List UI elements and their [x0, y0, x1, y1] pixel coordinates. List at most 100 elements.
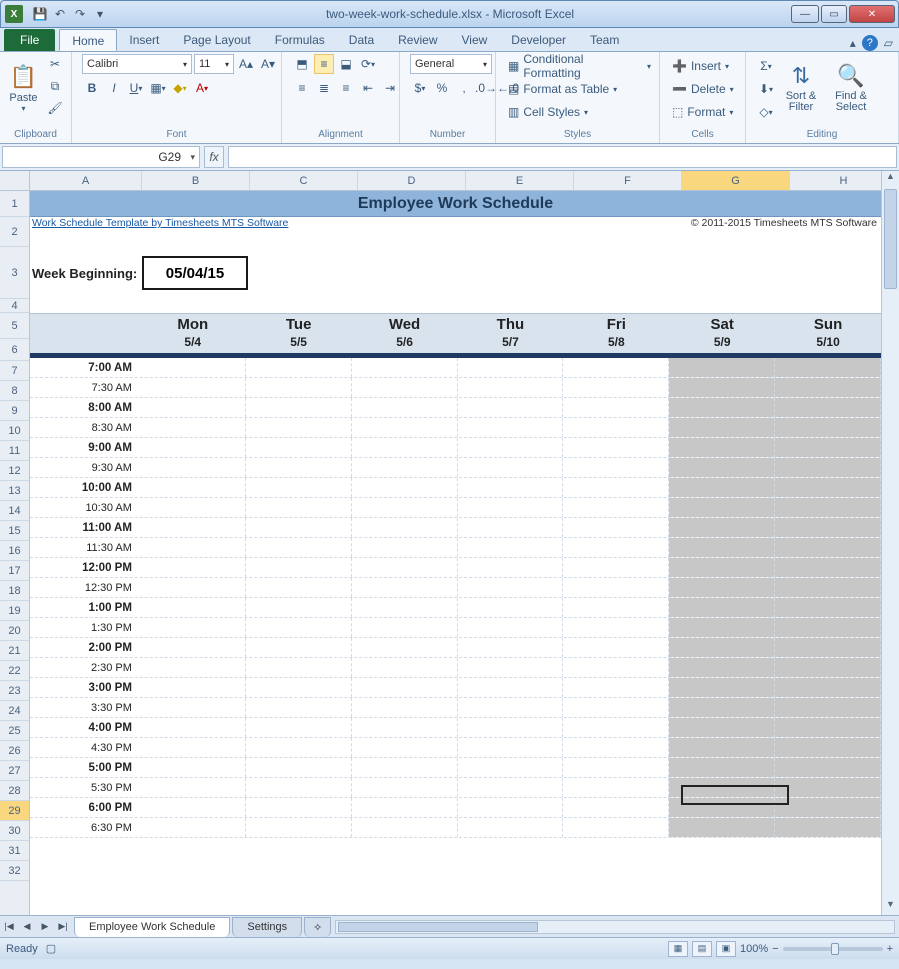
horizontal-scrollbar[interactable] — [335, 920, 895, 934]
currency-icon[interactable]: $▾ — [410, 78, 430, 98]
schedule-cell[interactable] — [458, 818, 564, 837]
schedule-cell[interactable] — [775, 638, 881, 657]
format-as-table-button[interactable]: ▤Format as Table▾ — [506, 79, 653, 99]
orientation-icon[interactable]: ⟳▾ — [358, 54, 378, 74]
tab-nav-next-icon[interactable]: ▶ — [36, 918, 54, 936]
schedule-cell[interactable] — [669, 658, 775, 677]
align-middle-icon[interactable]: ≡ — [314, 54, 334, 74]
schedule-cell[interactable] — [775, 538, 881, 557]
schedule-cell[interactable] — [458, 798, 564, 817]
schedule-cell[interactable] — [352, 638, 458, 657]
tab-team[interactable]: Team — [578, 29, 631, 51]
schedule-cell[interactable] — [458, 778, 564, 797]
formula-input[interactable] — [228, 146, 897, 168]
schedule-cell[interactable] — [140, 798, 246, 817]
zoom-in-button[interactable]: + — [887, 943, 893, 955]
minimize-ribbon-icon[interactable]: ▴ — [850, 36, 856, 50]
schedule-cell[interactable] — [775, 438, 881, 457]
column-header[interactable]: E — [466, 171, 574, 190]
schedule-cell[interactable] — [669, 818, 775, 837]
row-header[interactable]: 11 — [0, 441, 29, 461]
increase-indent-icon[interactable]: ⇥ — [380, 78, 400, 98]
conditional-formatting-button[interactable]: ▦Conditional Formatting▾ — [506, 56, 653, 76]
schedule-cell[interactable] — [775, 418, 881, 437]
grid[interactable]: Employee Work Schedule Work Schedule Tem… — [30, 191, 881, 915]
schedule-cell[interactable] — [140, 678, 246, 697]
schedule-cell[interactable] — [246, 538, 352, 557]
schedule-cell[interactable] — [458, 438, 564, 457]
increase-font-icon[interactable]: A▴ — [236, 54, 256, 74]
schedule-cell[interactable] — [352, 518, 458, 537]
schedule-cell[interactable] — [458, 758, 564, 777]
schedule-cell[interactable] — [458, 698, 564, 717]
schedule-cell[interactable] — [140, 378, 246, 397]
schedule-cell[interactable] — [669, 518, 775, 537]
schedule-cell[interactable] — [140, 718, 246, 737]
schedule-cell[interactable] — [563, 798, 669, 817]
schedule-cell[interactable] — [352, 798, 458, 817]
autosum-icon[interactable]: Σ▾ — [756, 56, 776, 76]
schedule-cell[interactable] — [246, 578, 352, 597]
column-header[interactable]: D — [358, 171, 466, 190]
schedule-cell[interactable] — [458, 378, 564, 397]
font-size-selector[interactable]: 11▾ — [194, 54, 234, 74]
schedule-cell[interactable] — [563, 638, 669, 657]
schedule-cell[interactable] — [246, 358, 352, 377]
schedule-cell[interactable] — [246, 398, 352, 417]
scroll-thumb[interactable] — [884, 189, 897, 289]
row-header[interactable]: 21 — [0, 641, 29, 661]
select-all-corner[interactable] — [0, 171, 30, 191]
column-header[interactable]: C — [250, 171, 358, 190]
align-right-icon[interactable]: ≡ — [336, 78, 356, 98]
row-header[interactable]: 12 — [0, 461, 29, 481]
align-left-icon[interactable]: ≡ — [292, 78, 312, 98]
row-header[interactable]: 6 — [0, 339, 29, 361]
schedule-cell[interactable] — [563, 398, 669, 417]
schedule-cell[interactable] — [140, 818, 246, 837]
template-link[interactable]: Work Schedule Template by Timesheets MTS… — [32, 217, 288, 229]
schedule-cell[interactable] — [352, 678, 458, 697]
schedule-cell[interactable] — [140, 758, 246, 777]
schedule-cell[interactable] — [140, 518, 246, 537]
schedule-cell[interactable] — [352, 398, 458, 417]
row-header[interactable]: 29 — [0, 801, 29, 821]
vertical-scrollbar[interactable]: ▲ ▼ — [881, 171, 899, 915]
schedule-cell[interactable] — [246, 658, 352, 677]
schedule-cell[interactable] — [775, 598, 881, 617]
schedule-cell[interactable] — [352, 558, 458, 577]
schedule-cell[interactable] — [669, 778, 775, 797]
schedule-cell[interactable] — [140, 398, 246, 417]
column-header[interactable]: A — [30, 171, 142, 190]
schedule-cell[interactable] — [140, 638, 246, 657]
fill-color-button[interactable]: ◆▾ — [170, 78, 190, 98]
schedule-cell[interactable] — [140, 438, 246, 457]
schedule-cell[interactable] — [563, 458, 669, 477]
schedule-cell[interactable] — [246, 438, 352, 457]
schedule-cell[interactable] — [669, 638, 775, 657]
fx-button[interactable]: fx — [204, 146, 224, 168]
schedule-cell[interactable] — [458, 458, 564, 477]
number-format-selector[interactable]: General▾ — [410, 54, 492, 74]
schedule-cell[interactable] — [563, 478, 669, 497]
schedule-cell[interactable] — [140, 658, 246, 677]
schedule-cell[interactable] — [458, 538, 564, 557]
border-button[interactable]: ▦▾ — [148, 78, 168, 98]
schedule-cell[interactable] — [669, 358, 775, 377]
schedule-cell[interactable] — [669, 458, 775, 477]
schedule-cell[interactable] — [775, 618, 881, 637]
cut-icon[interactable]: ✂ — [45, 54, 65, 74]
schedule-cell[interactable] — [352, 778, 458, 797]
schedule-cell[interactable] — [140, 558, 246, 577]
schedule-cell[interactable] — [669, 798, 775, 817]
increase-decimal-icon[interactable]: .0→ — [476, 78, 496, 98]
schedule-cell[interactable] — [775, 398, 881, 417]
row-header[interactable]: 16 — [0, 541, 29, 561]
cell-styles-button[interactable]: ▥Cell Styles▾ — [506, 102, 653, 122]
schedule-cell[interactable] — [775, 698, 881, 717]
row-header[interactable]: 1 — [0, 191, 29, 217]
row-header[interactable]: 13 — [0, 481, 29, 501]
tab-nav-last-icon[interactable]: ▶| — [54, 918, 72, 936]
format-cells-button[interactable]: ⬚Format▾ — [670, 102, 736, 122]
schedule-cell[interactable] — [775, 658, 881, 677]
tab-review[interactable]: Review — [386, 29, 449, 51]
